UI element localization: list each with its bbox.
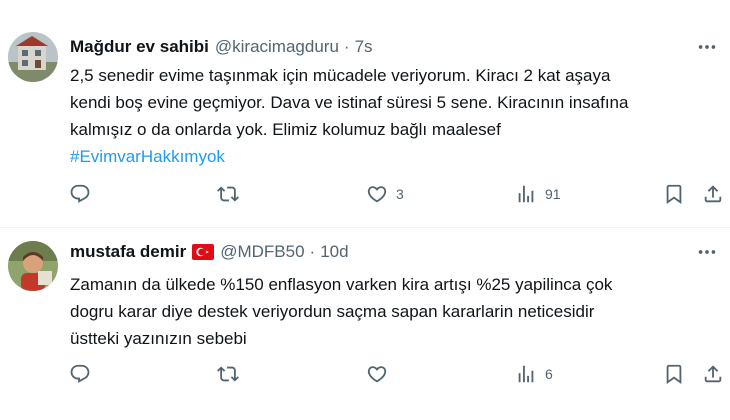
bookmark-button[interactable] — [663, 363, 685, 385]
reply-icon — [70, 184, 90, 203]
reply-button[interactable] — [69, 183, 91, 205]
retweet-button[interactable] — [217, 363, 239, 385]
separator: · — [343, 37, 350, 56]
retweet-icon — [217, 366, 239, 382]
display-name[interactable]: mustafa demir — [70, 242, 186, 262]
more-icon[interactable] — [696, 241, 718, 263]
turkey-flag-icon — [192, 244, 215, 260]
retweet-icon — [217, 186, 239, 202]
bookmark-icon — [666, 184, 682, 205]
tweet-header: Mağdur ev sahibi @kiracimagduru · 7s — [70, 35, 373, 59]
tweet-text: Zamanın da ülkede %150 enflasyon varken … — [70, 271, 720, 352]
action-bar: 6 — [0, 363, 730, 393]
like-icon — [367, 186, 387, 203]
tweet-text-line: 2,5 senedir evime taşınmak için mücadele… — [70, 66, 611, 85]
hashtag-link[interactable]: #EvimvarHakkımyok — [70, 143, 720, 170]
tweet-header: mustafa demir @MDFB50 · 10d — [70, 240, 349, 264]
user-handle[interactable]: @kiracimagduru — [215, 37, 339, 57]
like-count: 3 — [396, 186, 404, 202]
tweet-text: 2,5 senedir evime taşınmak için mücadele… — [70, 62, 720, 170]
like-button[interactable]: 3 — [366, 183, 404, 205]
avatar[interactable] — [8, 32, 58, 82]
tweet-text-line: dogru karar diye destek veriyordun saçma… — [70, 302, 595, 321]
share-button[interactable] — [702, 363, 724, 385]
reply-button[interactable] — [69, 363, 91, 385]
display-name[interactable]: Mağdur ev sahibi — [70, 37, 209, 57]
tweet-text-line: kalmışız o da onlarda yok. Elimiz kolumu… — [70, 120, 501, 139]
timestamp[interactable]: 10d — [320, 242, 348, 262]
views-button[interactable]: 91 — [515, 183, 561, 205]
separator: · — [309, 242, 316, 261]
retweet-button[interactable] — [217, 183, 239, 205]
views-icon — [518, 185, 534, 203]
tweet-text-line: üstteki yazınızın sebebi — [70, 329, 247, 348]
tweet[interactable]: Mağdur ev sahibi @kiracimagduru · 7s 2,5… — [0, 0, 730, 228]
user-handle[interactable]: @MDFB50 — [220, 242, 304, 262]
view-count: 91 — [545, 186, 561, 202]
tweet-text-line: Zamanın da ülkede %150 enflasyon varken … — [70, 275, 613, 294]
bookmark-button[interactable] — [663, 183, 685, 205]
share-icon — [704, 365, 722, 383]
share-button[interactable] — [702, 183, 724, 205]
bookmark-icon — [666, 364, 682, 385]
action-bar: 3 91 — [0, 183, 730, 213]
tweet[interactable]: mustafa demir @MDFB50 · 10d Zamanın da ü… — [0, 228, 730, 420]
timestamp[interactable]: 7s — [355, 37, 373, 57]
reply-icon — [70, 364, 90, 383]
tweet-text-line: kendi boş evine geçmiyor. Dava ve istina… — [70, 93, 629, 112]
avatar[interactable] — [8, 241, 58, 291]
more-icon[interactable] — [696, 36, 718, 58]
views-icon — [518, 365, 534, 383]
share-icon — [704, 185, 722, 203]
like-icon — [367, 366, 387, 383]
view-count: 6 — [545, 366, 553, 382]
views-button[interactable]: 6 — [515, 363, 553, 385]
like-button[interactable] — [366, 363, 388, 385]
